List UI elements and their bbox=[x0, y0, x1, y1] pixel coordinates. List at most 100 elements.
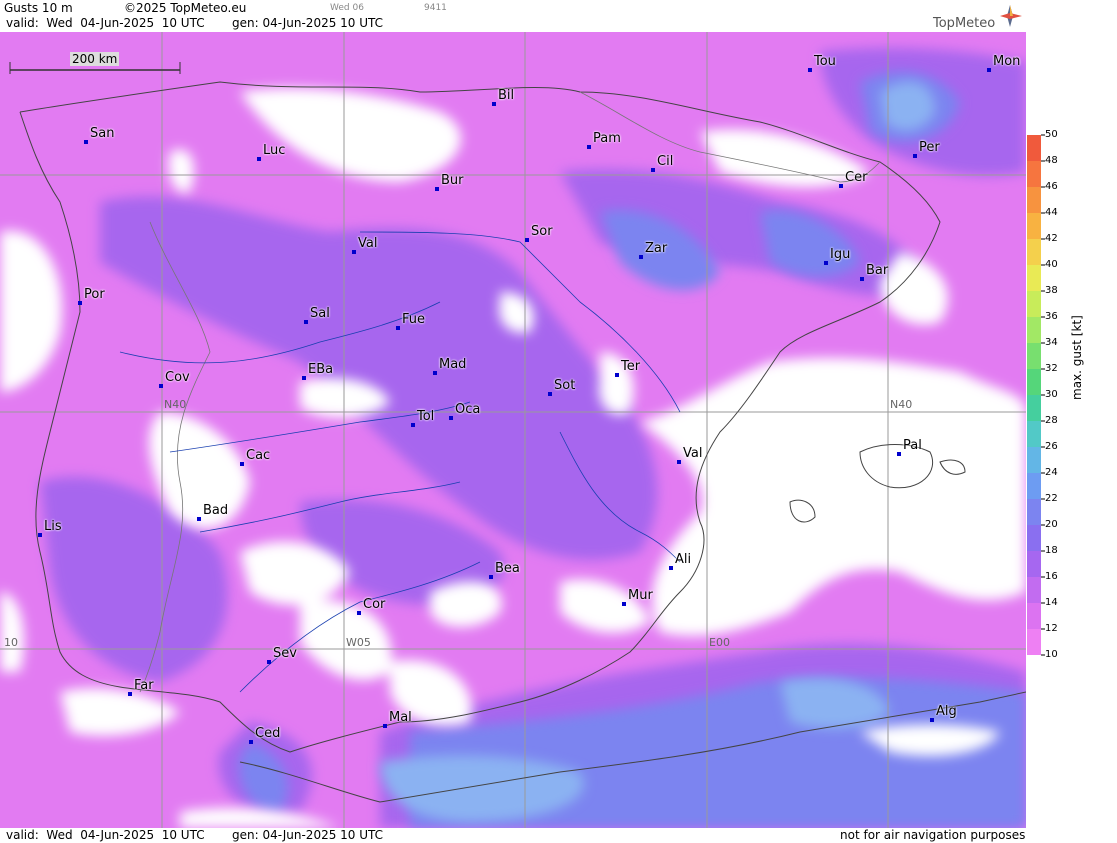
city-label: Ali bbox=[675, 552, 692, 567]
city-marker bbox=[267, 660, 271, 664]
legend-swatch bbox=[1027, 473, 1041, 499]
city-marker bbox=[197, 517, 201, 521]
city-marker bbox=[525, 238, 529, 242]
footer-generated-time: gen: 04-Jun-2025 10 UTC bbox=[232, 828, 384, 842]
legend-tick-label: 34 bbox=[1045, 337, 1058, 348]
legend-swatch bbox=[1027, 369, 1041, 395]
compass-icon bbox=[1000, 5, 1022, 27]
city-label: Mur bbox=[628, 588, 653, 603]
legend-tick-label: 38 bbox=[1045, 285, 1058, 296]
legend-tick-label: 10 bbox=[1045, 649, 1058, 660]
city-label: Ced bbox=[255, 726, 281, 741]
city-marker bbox=[396, 326, 400, 330]
city-marker bbox=[302, 376, 306, 380]
grid-label-e00: E00 bbox=[709, 636, 730, 649]
city-marker bbox=[411, 423, 415, 427]
city-marker bbox=[304, 320, 308, 324]
legend-tick-label: 14 bbox=[1045, 597, 1058, 608]
city-marker bbox=[622, 602, 626, 606]
city-label: Cil bbox=[657, 154, 674, 169]
city-label: San bbox=[90, 126, 115, 141]
city-label: Igu bbox=[830, 247, 851, 262]
legend-swatch bbox=[1027, 265, 1041, 291]
city-label: Bur bbox=[441, 173, 464, 188]
city-label: Tol bbox=[417, 409, 435, 424]
legend-swatch bbox=[1027, 395, 1041, 421]
city-label: Bad bbox=[203, 503, 229, 518]
footer-notice: not for air navigation purposes bbox=[840, 828, 1026, 842]
city-label: Pam bbox=[593, 131, 621, 146]
city-label: Sor bbox=[531, 224, 553, 239]
city-marker bbox=[615, 373, 619, 377]
city-marker bbox=[433, 371, 437, 375]
city-label: Val bbox=[683, 446, 703, 461]
city-marker bbox=[257, 157, 261, 161]
city-label: Oca bbox=[455, 402, 481, 417]
city-marker bbox=[669, 566, 673, 570]
city-marker bbox=[824, 261, 828, 265]
city-marker bbox=[808, 68, 812, 72]
legend-swatch bbox=[1027, 499, 1041, 525]
legend-tick-label: 44 bbox=[1045, 207, 1058, 218]
legend-swatch bbox=[1027, 213, 1041, 239]
legend-swatch bbox=[1027, 551, 1041, 577]
city-label: Val bbox=[358, 236, 378, 251]
city-label: Far bbox=[134, 678, 154, 693]
city-marker bbox=[159, 384, 163, 388]
legend-tick-label: 20 bbox=[1045, 519, 1058, 530]
time-tab-day[interactable]: Wed 06 bbox=[330, 3, 364, 13]
legend-tick-label: 26 bbox=[1045, 441, 1058, 452]
legend-unit-label: max. gust [kt] bbox=[1070, 315, 1084, 400]
city-marker bbox=[639, 255, 643, 259]
grid-label-n40-left: N40 bbox=[164, 398, 187, 411]
legend-swatch bbox=[1027, 135, 1041, 161]
grid-label-w05: W05 bbox=[346, 636, 371, 649]
map-header: Gusts 10 m ©2025 TopMeteo.eu Wed 06 9411… bbox=[0, 0, 1026, 32]
city-marker bbox=[240, 462, 244, 466]
legend-swatch bbox=[1027, 161, 1041, 187]
city-marker bbox=[839, 184, 843, 188]
legend-swatch bbox=[1027, 291, 1041, 317]
gust-map[interactable]: 200 km N40 N40 W05 E00 10 Tou Mon Bil San Pa… bbox=[0, 32, 1026, 828]
city-label: Bil bbox=[498, 88, 515, 103]
city-marker bbox=[383, 724, 387, 728]
legend-tick-label: 16 bbox=[1045, 571, 1058, 582]
city-label: Sal bbox=[310, 306, 330, 321]
city-marker bbox=[84, 140, 88, 144]
scale-bar-label: 200 km bbox=[70, 52, 120, 66]
city-label: Alg bbox=[936, 704, 957, 719]
city-marker bbox=[352, 250, 356, 254]
city-label: Lis bbox=[44, 519, 62, 534]
time-tab-code[interactable]: 9411 bbox=[424, 3, 447, 13]
legend-tick-label: 28 bbox=[1045, 415, 1058, 426]
city-marker bbox=[677, 460, 681, 464]
legend-swatch bbox=[1027, 525, 1041, 551]
city-marker bbox=[913, 154, 917, 158]
topmeteo-logo: TopMeteo bbox=[930, 2, 1026, 32]
legend-swatch bbox=[1027, 577, 1041, 603]
city-marker bbox=[128, 692, 132, 696]
legend-tick-label: 42 bbox=[1045, 233, 1058, 244]
map-title: Gusts 10 m bbox=[4, 1, 73, 15]
legend-swatch bbox=[1027, 421, 1041, 447]
city-label: Pal bbox=[903, 438, 922, 453]
city-label: Tou bbox=[814, 54, 836, 69]
city-marker bbox=[489, 575, 493, 579]
grid-label-w10: 10 bbox=[4, 636, 18, 649]
legend-swatch bbox=[1027, 187, 1041, 213]
legend-swatch bbox=[1027, 447, 1041, 473]
city-label: Ter bbox=[621, 359, 641, 374]
city-marker bbox=[435, 187, 439, 191]
gust-legend: 50 48 46 44 42 40 38 36 34 32 30 28 26 24 22 20 18 16 14 12… bbox=[1027, 0, 1117, 843]
city-label: Bar bbox=[866, 263, 889, 278]
map-canvas bbox=[0, 32, 1026, 828]
city-label: Cac bbox=[246, 448, 271, 463]
legend-tick-label: 40 bbox=[1045, 259, 1058, 270]
city-label: Mon bbox=[993, 54, 1021, 69]
city-label: Per bbox=[919, 140, 940, 155]
legend-swatch bbox=[1027, 343, 1041, 369]
city-marker bbox=[897, 452, 901, 456]
city-label: Bea bbox=[495, 561, 520, 576]
legend-swatch bbox=[1027, 317, 1041, 343]
city-marker bbox=[449, 416, 453, 420]
